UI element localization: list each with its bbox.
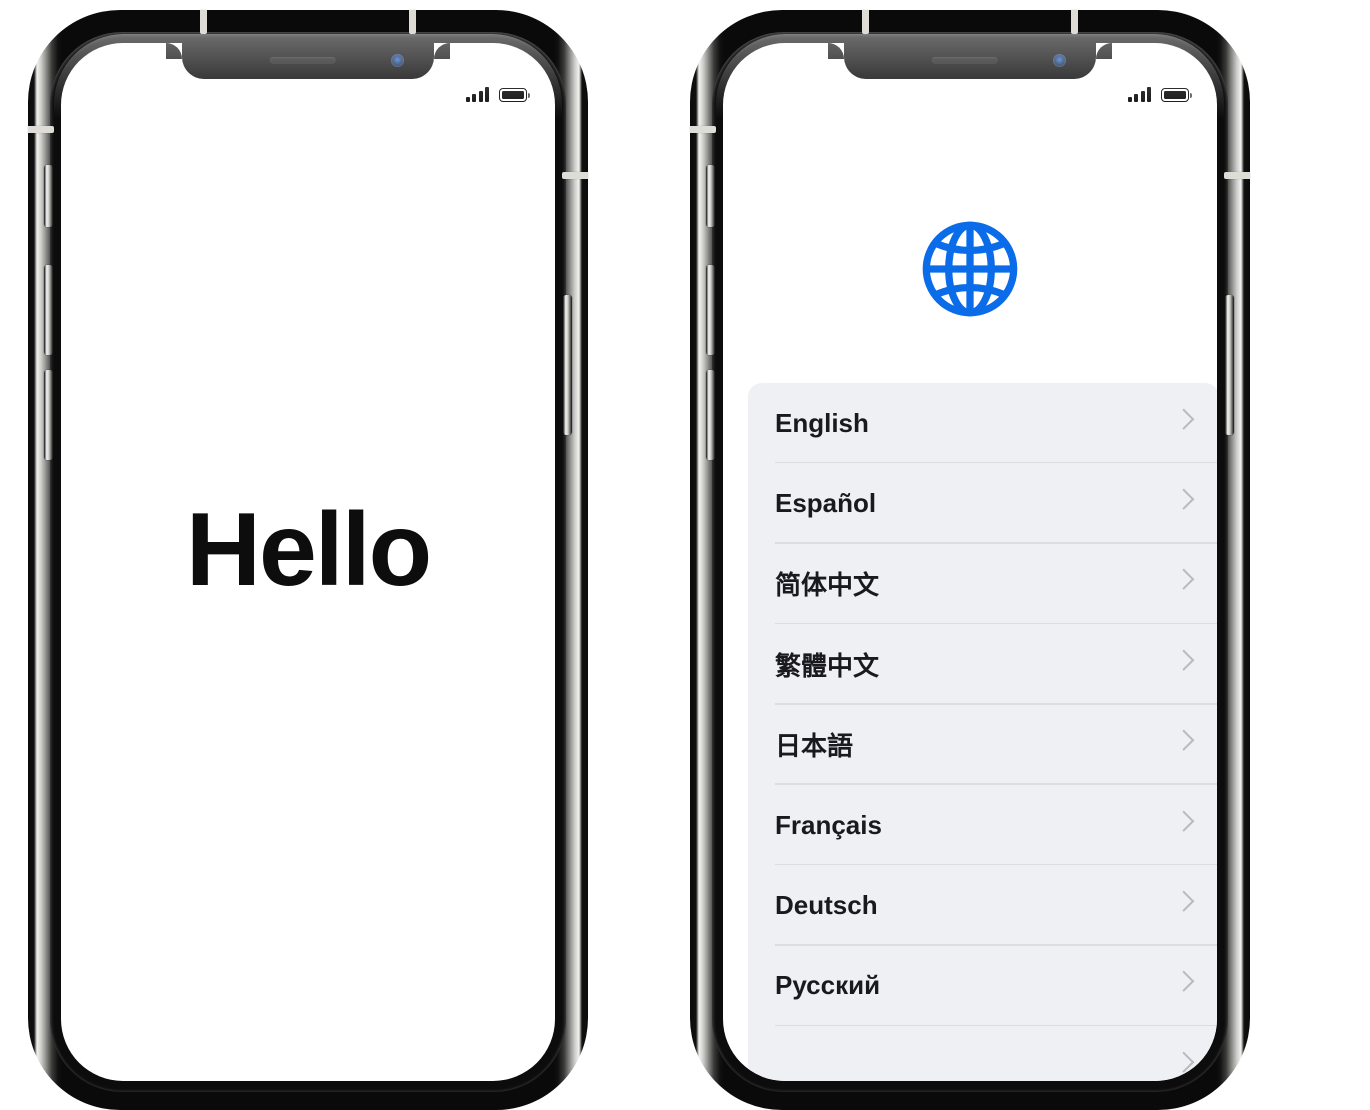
chevron-right-icon[interactable] xyxy=(1149,705,1217,785)
language-label: Français xyxy=(775,809,882,840)
status-bar xyxy=(465,87,530,102)
chevron-right-icon[interactable] xyxy=(1149,946,1217,1026)
antenna-band-top-left xyxy=(200,10,207,34)
volume-up-button[interactable] xyxy=(706,265,715,355)
chevron-right-icon[interactable] xyxy=(1149,624,1217,704)
chevron-right-icon[interactable] xyxy=(1149,463,1217,543)
side-power-button[interactable] xyxy=(563,295,572,435)
chevron-right-icon[interactable] xyxy=(1149,865,1217,945)
antenna-band-right xyxy=(562,172,588,179)
list-item[interactable]: Deutsch xyxy=(748,865,1217,946)
front-camera-icon xyxy=(391,54,404,67)
phone-screen-language: English Español 简体中文 繁體中文 日本語 Français D… xyxy=(723,43,1217,1081)
antenna-band-left xyxy=(28,126,54,133)
list-item[interactable]: Русский xyxy=(748,946,1217,1027)
battery-icon xyxy=(499,88,530,102)
screenshot-stage: Hello English Español 简体中文 繁體中文 日本語 Fran… xyxy=(0,0,1370,1110)
signal-bars-icon xyxy=(1127,87,1151,102)
phone-screen-hello: Hello xyxy=(61,43,555,1081)
display-notch xyxy=(828,43,1112,79)
chevron-right-icon[interactable] xyxy=(1149,383,1217,463)
language-label: Español xyxy=(775,488,877,519)
chevron-right-icon[interactable] xyxy=(1149,785,1217,865)
volume-down-button[interactable] xyxy=(706,370,715,460)
list-item[interactable]: 简体中文 xyxy=(748,544,1217,625)
antenna-band-top-right xyxy=(1071,10,1078,34)
language-label: Deutsch xyxy=(775,890,878,921)
chevron-right-icon[interactable] xyxy=(1149,544,1217,624)
earpiece-speaker-icon xyxy=(269,57,336,64)
list-item[interactable]: 日本語 xyxy=(748,705,1217,785)
display-notch xyxy=(166,43,450,79)
earpiece-speaker-icon xyxy=(931,57,998,64)
list-item[interactable]: 繁體中文 xyxy=(748,624,1217,705)
language-list[interactable]: English Español 简体中文 繁體中文 日本語 Français D… xyxy=(748,383,1217,1081)
front-camera-icon xyxy=(1053,54,1066,67)
language-label: Русский xyxy=(775,970,881,1001)
list-item[interactable]: Español xyxy=(748,463,1217,544)
status-bar xyxy=(1127,87,1192,102)
volume-down-button[interactable] xyxy=(44,370,53,460)
antenna-band-right xyxy=(1224,172,1250,179)
phone-device-language: English Español 简体中文 繁體中文 日本語 Français D… xyxy=(690,10,1250,1110)
globe-icon-container xyxy=(723,213,1217,325)
signal-bars-icon xyxy=(465,87,489,102)
language-label: English xyxy=(775,407,869,438)
language-label: 繁體中文 xyxy=(775,650,880,681)
antenna-band-left xyxy=(690,126,716,133)
phone-device-hello: Hello xyxy=(28,10,588,1110)
battery-icon xyxy=(1161,88,1192,102)
list-item[interactable]: English xyxy=(748,383,1217,464)
language-label: 日本語 xyxy=(775,731,854,762)
globe-icon xyxy=(922,221,1018,317)
antenna-band-top-left xyxy=(862,10,869,34)
language-label: 简体中文 xyxy=(775,570,880,601)
greeting-text: Hello xyxy=(185,492,432,608)
mute-switch-button[interactable] xyxy=(706,165,715,227)
side-power-button[interactable] xyxy=(1225,295,1234,435)
volume-up-button[interactable] xyxy=(44,265,53,355)
antenna-band-top-right xyxy=(409,10,416,34)
mute-switch-button[interactable] xyxy=(44,165,53,227)
list-item[interactable]: Français xyxy=(748,785,1217,866)
